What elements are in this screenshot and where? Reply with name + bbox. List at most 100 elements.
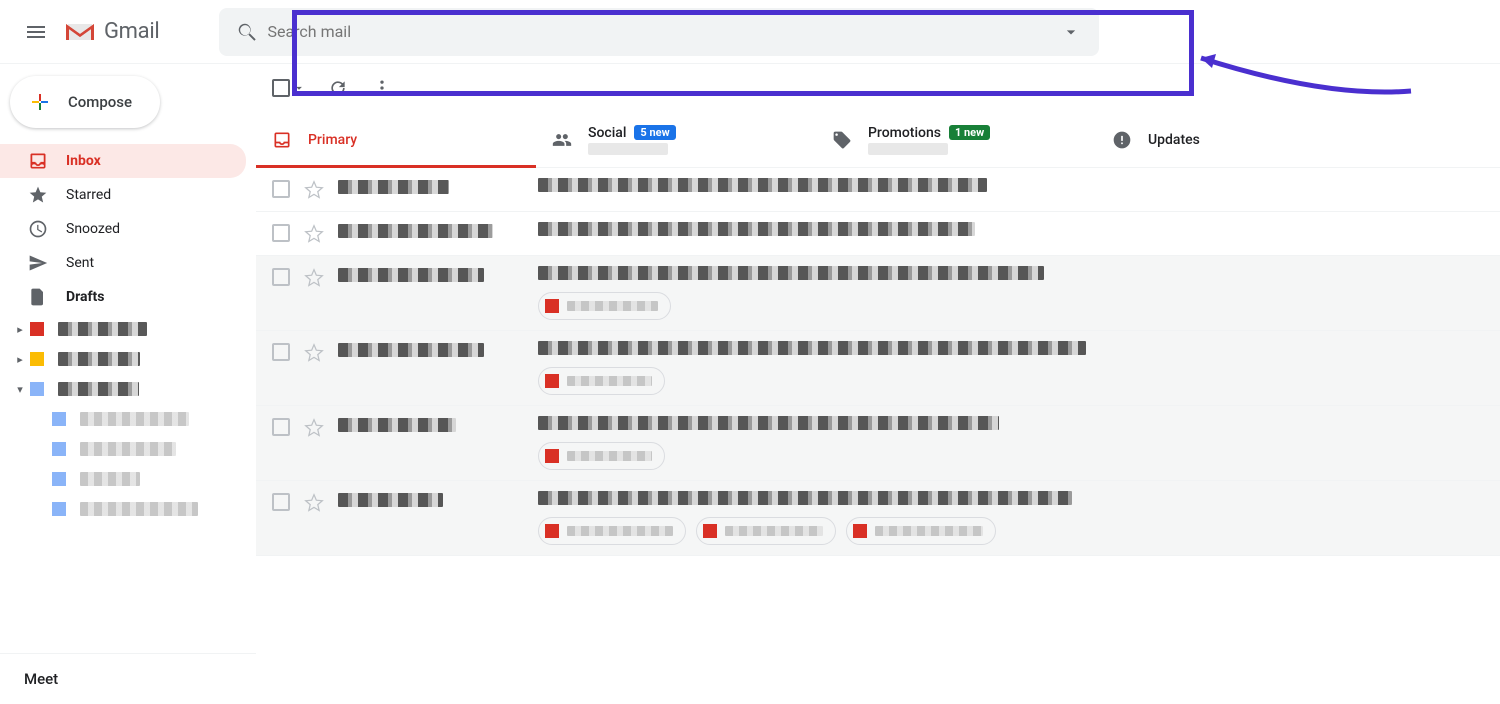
compose-label: Compose — [68, 93, 132, 111]
tab-badge: 5 new — [634, 125, 675, 140]
sidebar-label[interactable]: ▾ — [0, 374, 256, 404]
mail-row[interactable] — [256, 212, 1500, 256]
star-icon[interactable] — [304, 343, 324, 363]
sidebar-sublabel[interactable] — [0, 404, 256, 434]
attachment-chip[interactable] — [538, 517, 686, 545]
star-icon[interactable] — [304, 224, 324, 244]
subject — [538, 266, 1484, 284]
mail-row[interactable] — [256, 481, 1500, 556]
search-box-container — [219, 8, 1099, 56]
row-checkbox[interactable] — [272, 180, 292, 198]
label-color-swatch — [30, 382, 44, 396]
search-box[interactable] — [219, 8, 1099, 56]
select-all-checkbox[interactable] — [272, 79, 306, 97]
sidebar-item-starred[interactable]: Starred — [0, 178, 246, 212]
tab-label: Social — [588, 125, 626, 141]
sidebar-item-label: Inbox — [66, 153, 101, 169]
label-color-swatch — [30, 322, 44, 336]
search-options-button[interactable] — [1051, 12, 1091, 52]
label-name-redacted — [58, 322, 147, 336]
tab-subtext-redacted — [868, 143, 948, 155]
attachment-chip[interactable] — [846, 517, 996, 545]
subject — [538, 222, 1484, 240]
sidebar-item-sent[interactable]: Sent — [0, 246, 246, 280]
row-checkbox[interactable] — [272, 418, 292, 436]
tab-primary[interactable]: Primary — [256, 112, 536, 167]
mail-row[interactable] — [256, 256, 1500, 331]
tab-social[interactable]: Social 5 new — [536, 112, 816, 167]
attachment-name-redacted — [725, 526, 823, 536]
sidebar: Compose Inbox Starred Snoozed Sent Drafts ▸ ▸… — [0, 64, 256, 704]
sender — [338, 343, 538, 361]
attachment-name-redacted — [567, 451, 652, 461]
subject — [538, 178, 1484, 196]
attachment-chip[interactable] — [538, 292, 671, 320]
attachment-icon — [703, 524, 717, 538]
compose-button[interactable]: Compose — [10, 76, 160, 128]
checkbox-icon — [272, 493, 290, 511]
more-button[interactable] — [370, 76, 394, 100]
row-checkbox[interactable] — [272, 493, 292, 511]
sidebar-item-snoozed[interactable]: Snoozed — [0, 212, 246, 246]
row-checkbox[interactable] — [272, 343, 292, 361]
attachment-chip[interactable] — [538, 442, 665, 470]
attachment-chip[interactable] — [538, 367, 665, 395]
tab-updates[interactable]: Updates — [1096, 112, 1376, 167]
star-icon[interactable] — [304, 493, 324, 513]
label-color-swatch — [52, 442, 66, 456]
mail-row[interactable] — [256, 406, 1500, 481]
sidebar-label[interactable]: ▸ — [0, 314, 256, 344]
sidebar-sublabel[interactable] — [0, 464, 256, 494]
promotions-icon — [832, 130, 852, 150]
main-menu-button[interactable] — [12, 8, 60, 56]
sidebar-label[interactable]: ▸ — [0, 344, 256, 374]
label-name-redacted — [58, 382, 139, 396]
row-checkbox[interactable] — [272, 224, 292, 242]
tab-label: Primary — [308, 132, 357, 148]
star-icon[interactable] — [304, 268, 324, 288]
sidebar-item-drafts[interactable]: Drafts — [0, 280, 246, 314]
main-content: Primary Social 5 new Promotions1 new Updates — [256, 64, 1500, 704]
tab-label: Updates — [1148, 132, 1200, 148]
search-button[interactable] — [227, 12, 267, 52]
checkbox-icon — [272, 180, 290, 198]
gmail-logo[interactable]: Gmail — [64, 19, 159, 44]
send-icon — [28, 253, 48, 273]
plus-icon — [28, 90, 52, 114]
attachment-name-redacted — [567, 376, 652, 386]
attachment-icon — [545, 449, 559, 463]
sidebar-item-inbox[interactable]: Inbox — [0, 144, 246, 178]
attachment-icon — [545, 524, 559, 538]
sidebar-sublabel[interactable] — [0, 434, 256, 464]
mail-toolbar — [256, 64, 1500, 112]
refresh-button[interactable] — [326, 76, 350, 100]
sidebar-item-label: Snoozed — [66, 221, 120, 237]
star-icon[interactable] — [304, 418, 324, 438]
category-tabs: Primary Social 5 new Promotions1 new Updates — [256, 112, 1500, 168]
caret-down-icon — [1061, 22, 1081, 42]
sidebar-item-label: Drafts — [66, 289, 104, 305]
search-input[interactable] — [267, 22, 1051, 41]
mail-row[interactable] — [256, 168, 1500, 212]
tab-promotions[interactable]: Promotions1 new — [816, 112, 1096, 167]
checkbox-icon — [272, 79, 290, 97]
label-color-swatch — [52, 412, 66, 426]
subject — [538, 491, 1484, 509]
tab-badge: 1 new — [949, 125, 990, 140]
primary-icon — [272, 130, 292, 150]
attachment-icon — [853, 524, 867, 538]
star-icon[interactable] — [304, 180, 324, 200]
label-color-swatch — [52, 472, 66, 486]
row-checkbox[interactable] — [272, 268, 292, 286]
sender — [338, 224, 538, 242]
subject — [538, 416, 1484, 434]
mail-row[interactable] — [256, 331, 1500, 406]
sidebar-item-label: Starred — [66, 187, 111, 203]
meet-section-header[interactable]: Meet — [0, 653, 256, 704]
caret-icon: ▸ — [14, 353, 26, 366]
attachment-name-redacted — [567, 526, 673, 536]
label-name-redacted — [80, 412, 189, 426]
sidebar-sublabel[interactable] — [0, 494, 256, 524]
checkbox-icon — [272, 418, 290, 436]
attachment-chip[interactable] — [696, 517, 836, 545]
